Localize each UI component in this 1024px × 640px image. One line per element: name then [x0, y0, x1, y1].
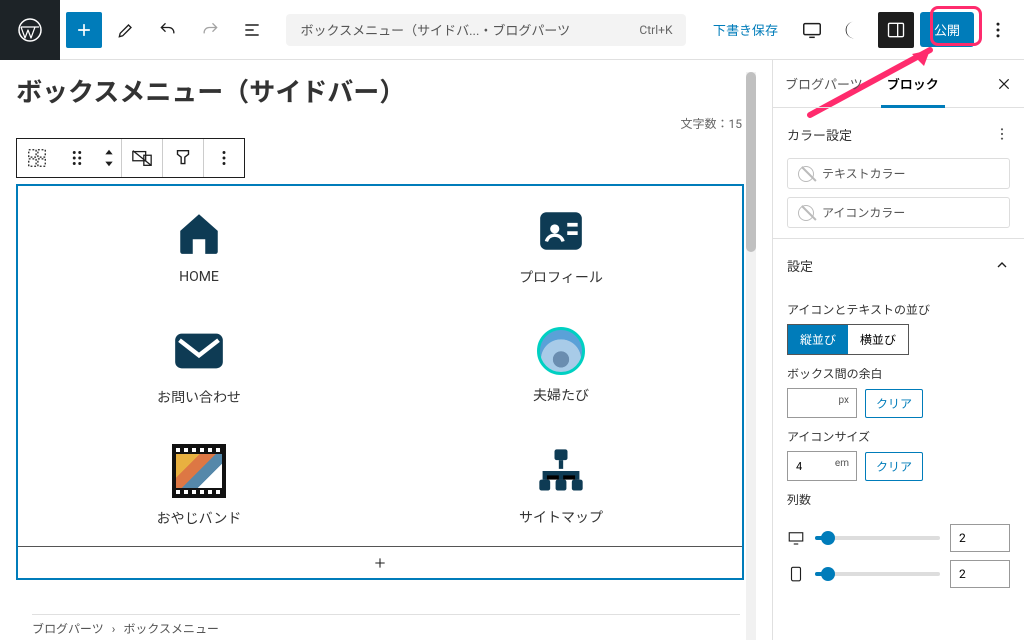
panel-title: 設定: [787, 256, 813, 275]
gap-clear-button[interactable]: クリア: [865, 389, 923, 418]
more-menu-button[interactable]: [980, 12, 1016, 48]
tab-block[interactable]: ブロック: [875, 60, 951, 107]
columns-value-input[interactable]: [950, 560, 1010, 588]
columns-row-desktop: [773, 520, 1024, 556]
word-count: 文字数：15: [16, 115, 756, 132]
align-horizontal-button[interactable]: 横並び: [848, 325, 908, 354]
save-draft-button[interactable]: 下書き保存: [703, 14, 788, 45]
columns-value-input[interactable]: [950, 524, 1010, 552]
no-color-icon: [798, 205, 814, 221]
toolbar-style-icon[interactable]: [163, 139, 203, 177]
theme-dark-icon[interactable]: [836, 12, 872, 48]
post-title[interactable]: ボックスメニュー（サイドバー）: [16, 72, 756, 109]
sidebar-close-button[interactable]: [984, 64, 1024, 104]
iconsize-field: アイコンサイズ em クリア: [773, 418, 1024, 481]
columns-field: 列数: [773, 481, 1024, 520]
panel-more-icon[interactable]: [994, 126, 1010, 142]
editor-canvas: ボックスメニュー（サイドバー） 文字数：15: [0, 60, 772, 640]
document-title-text: ボックスメニュー（サイドバ...・ブログパーツ: [300, 20, 570, 39]
block-move-arrows[interactable]: [97, 139, 121, 177]
box-menu-block[interactable]: HOME プロフィール お問い合わせ 夫婦たび: [16, 184, 744, 580]
columns-slider[interactable]: [815, 572, 940, 576]
breadcrumb-sep: ›: [112, 622, 116, 636]
align-vertical-button[interactable]: 縦並び: [788, 325, 848, 354]
boxmenu-label: サイトマップ: [519, 507, 603, 527]
boxmenu-cell-sitemap[interactable]: サイトマップ: [380, 426, 742, 546]
outline-button[interactable]: [234, 12, 270, 48]
boxmenu-cell-home[interactable]: HOME: [18, 186, 380, 306]
boxmenu-cell-profile[interactable]: プロフィール: [380, 186, 742, 306]
boxmenu-label: 夫婦たび: [533, 385, 589, 405]
profile-card-icon: [535, 205, 587, 257]
preview-devices-button[interactable]: [794, 12, 830, 48]
film-band-icon: [172, 444, 226, 498]
columns-row-tablet: [773, 556, 1024, 592]
block-toolbar: [16, 138, 245, 178]
no-color-icon: [798, 166, 814, 182]
edit-mode-button[interactable]: [108, 12, 144, 48]
add-block-button[interactable]: [66, 12, 102, 48]
boxmenu-cell-contact[interactable]: お問い合わせ: [18, 306, 380, 426]
undo-button[interactable]: [150, 12, 186, 48]
boxmenu-label: プロフィール: [519, 267, 603, 287]
boxmenu-label: HOME: [179, 269, 219, 285]
settings-sidebar: ブログパーツ ブロック カラー設定 テキストカラー アイコンカラー 設定 アイコ…: [772, 60, 1024, 640]
toolbar-devices-icon[interactable]: [122, 139, 162, 177]
tab-blog-parts[interactable]: ブログパーツ: [773, 60, 875, 107]
redo-button[interactable]: [192, 12, 228, 48]
block-type-icon[interactable]: [17, 139, 57, 177]
editor-topbar: ボックスメニュー（サイドバ...・ブログパーツ Ctrl+K 下書き保存 公開: [0, 0, 1024, 60]
home-icon: [173, 207, 225, 259]
color-settings-panel: カラー設定 テキストカラー アイコンカラー: [773, 108, 1024, 239]
boxmenu-add-row[interactable]: [18, 546, 742, 578]
sidebar-tabs: ブログパーツ ブロック: [773, 60, 1024, 108]
settings-panel: 設定: [773, 239, 1024, 291]
text-color-chip[interactable]: テキストカラー: [787, 158, 1010, 189]
sidebar-toggle-button[interactable]: [878, 12, 914, 48]
iconsize-clear-button[interactable]: クリア: [865, 452, 923, 481]
avatar-photo-icon: [537, 327, 585, 375]
chevron-up-icon[interactable]: [994, 257, 1010, 273]
boxmenu-cell-travel[interactable]: 夫婦たび: [380, 306, 742, 426]
block-drag-handle[interactable]: [57, 139, 97, 177]
sitemap-icon: [535, 445, 587, 497]
shortcut-hint: Ctrl+K: [639, 23, 672, 37]
tablet-icon: [787, 565, 805, 583]
plus-icon: [372, 555, 388, 571]
breadcrumb-root[interactable]: ブログパーツ: [32, 620, 104, 637]
breadcrumb-current[interactable]: ボックスメニュー: [123, 620, 219, 637]
boxmenu-label: お問い合わせ: [157, 387, 241, 407]
gap-input[interactable]: [787, 388, 857, 418]
panel-title: カラー設定: [787, 125, 852, 144]
publish-button[interactable]: 公開: [920, 12, 974, 47]
wp-logo[interactable]: [0, 0, 60, 60]
document-title-pill[interactable]: ボックスメニュー（サイドバ...・ブログパーツ Ctrl+K: [286, 14, 686, 46]
boxmenu-cell-band[interactable]: おやじバンド: [18, 426, 380, 546]
align-field: アイコンとテキストの並び 縦並び 横並び: [773, 291, 1024, 355]
align-segment: 縦並び 横並び: [787, 324, 909, 355]
columns-slider[interactable]: [815, 536, 940, 540]
iconsize-input[interactable]: [787, 451, 857, 481]
desktop-icon: [787, 529, 805, 547]
toolbar-more-icon[interactable]: [204, 139, 244, 177]
boxmenu-label: おやじバンド: [157, 508, 242, 528]
icon-color-chip[interactable]: アイコンカラー: [787, 197, 1010, 228]
gap-field: ボックス間の余白 px クリア: [773, 355, 1024, 418]
breadcrumb: ブログパーツ › ボックスメニュー: [32, 614, 740, 640]
envelope-icon: [173, 325, 225, 377]
